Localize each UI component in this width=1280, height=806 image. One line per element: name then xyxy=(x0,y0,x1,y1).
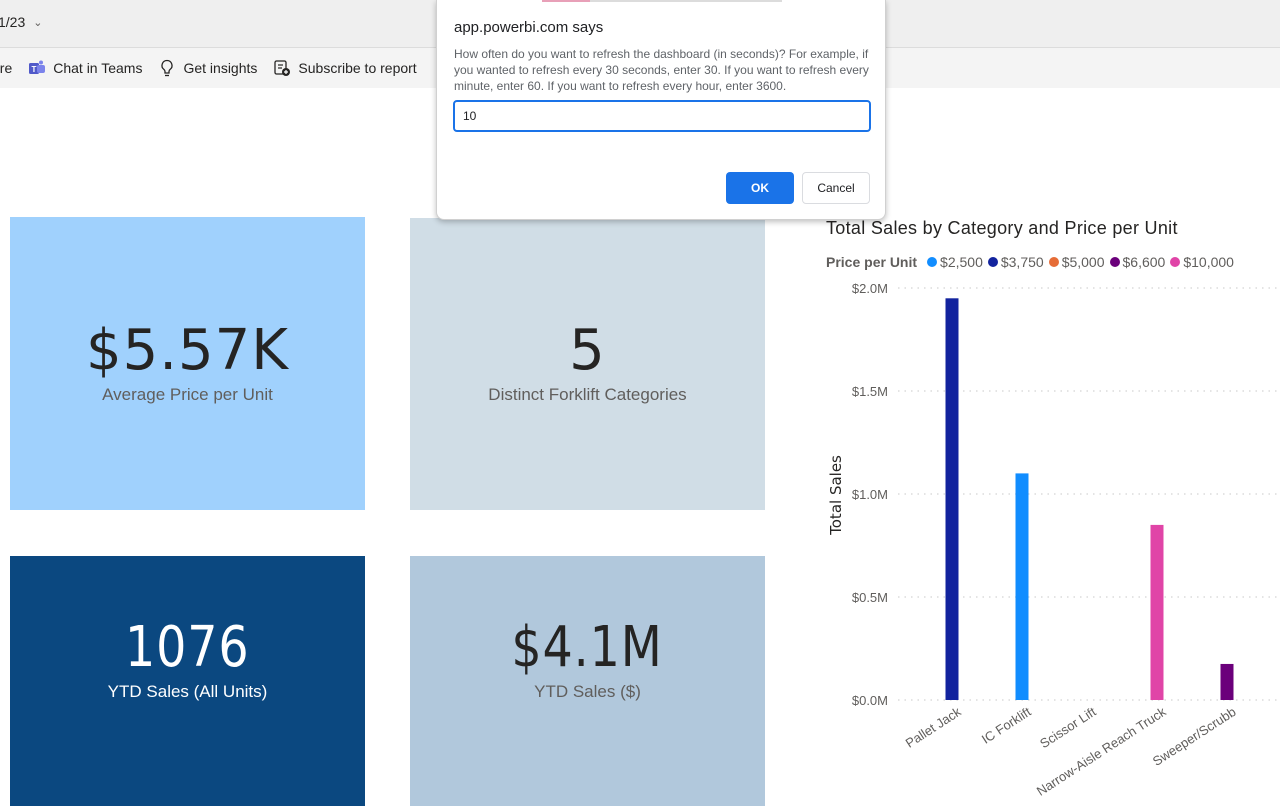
cancel-button[interactable]: Cancel xyxy=(802,172,870,204)
legend-item[interactable]: $2,500 xyxy=(927,254,983,270)
share-label: are xyxy=(0,60,13,76)
y-tick-label: $1.0M xyxy=(852,487,888,502)
chat-in-teams-button[interactable]: T Chat in Teams xyxy=(28,59,142,77)
legend-dot-icon xyxy=(1109,257,1120,267)
lightbulb-icon xyxy=(158,59,176,77)
kpi-value: 1076 xyxy=(125,615,250,680)
kpi-label: Average Price per Unit xyxy=(102,384,273,404)
dialog-message: How often do you want to refresh the das… xyxy=(454,47,869,93)
x-tick-label: Narrow-Aisle Reach Truck xyxy=(1034,704,1169,799)
kpi-value: 5 xyxy=(569,318,606,383)
y-tick-label: $0.5M xyxy=(852,590,888,605)
legend-label: $2,500 xyxy=(940,254,983,270)
kpi-card-ytd-dollars[interactable]: $4.1M YTD Sales ($) xyxy=(410,556,765,806)
bar[interactable] xyxy=(1015,473,1029,700)
subscribe-icon xyxy=(273,59,291,77)
legend-label: $6,600 xyxy=(1122,254,1166,270)
chart-legend: Price per Unit $2,500 $3,750 $5,000 $6,600 $… xyxy=(826,254,1239,270)
y-axis-title: Total Sales xyxy=(827,455,845,536)
kpi-value: $4.1M xyxy=(511,615,664,680)
legend-dot-icon xyxy=(1048,257,1059,267)
legend-dot-icon xyxy=(927,257,938,267)
refresh-interval-input[interactable] xyxy=(453,100,871,132)
dialog-tab-edge xyxy=(542,0,590,2)
svg-text:T: T xyxy=(32,65,37,74)
kpi-label: Distinct Forklift Categories xyxy=(488,385,687,404)
kpi-card-ytd-units[interactable]: 1076 YTD Sales (All Units) xyxy=(10,556,365,806)
subscribe-button[interactable]: Subscribe to report xyxy=(273,59,417,77)
kpi-label: YTD Sales (All Units) xyxy=(107,682,268,701)
dialog-tab-edge xyxy=(590,0,782,2)
legend-label: $10,000 xyxy=(1183,254,1234,270)
get-insights-label: Get insights xyxy=(183,60,258,76)
legend-dot-icon xyxy=(987,257,998,267)
kpi-value: $5.57K xyxy=(85,317,290,383)
chat-in-teams-label: Chat in Teams xyxy=(53,60,143,76)
bar[interactable] xyxy=(1220,663,1234,700)
bar[interactable] xyxy=(945,298,959,700)
y-tick-label: $2.0M xyxy=(852,281,888,296)
legend-dot-icon xyxy=(1170,257,1181,267)
dialog-title: app.powerbi.com says xyxy=(454,19,604,36)
legend-item[interactable]: $6,600 xyxy=(1109,254,1166,270)
kpi-card-distinct-categories[interactable]: 5 Distinct Forklift Categories xyxy=(410,218,765,510)
teams-icon: T xyxy=(28,59,46,77)
legend-item[interactable]: $3,750 xyxy=(987,254,1044,270)
share-button[interactable]: are xyxy=(0,60,12,76)
legend-title: Price per Unit xyxy=(826,254,918,270)
bar[interactable] xyxy=(1150,524,1164,700)
legend-item[interactable]: $5,000 xyxy=(1048,254,1105,270)
y-tick-label: $0.0M xyxy=(852,693,888,708)
breadcrumb[interactable]: 1/23 ⌄ xyxy=(0,14,42,30)
get-insights-button[interactable]: Get insights xyxy=(158,59,257,77)
breadcrumb-text: 1/23 xyxy=(0,14,26,30)
x-tick-label: IC Forklift xyxy=(979,704,1034,747)
kpi-label: YTD Sales ($) xyxy=(534,682,641,701)
legend-label: $3,750 xyxy=(1000,254,1044,270)
kpi-card-average-price[interactable]: $5.57K Average Price per Unit xyxy=(10,217,365,510)
x-tick-label: Pallet Jack xyxy=(903,704,964,751)
refresh-prompt-dialog: app.powerbi.com says How often do you wa… xyxy=(436,0,886,220)
legend-label: $5,000 xyxy=(1061,254,1105,270)
chart-title: Total Sales by Category and Price per Un… xyxy=(826,218,1178,238)
chevron-down-icon[interactable]: ⌄ xyxy=(33,16,42,29)
y-tick-label: $1.5M xyxy=(852,384,888,399)
ok-button[interactable]: OK xyxy=(726,172,794,204)
subscribe-label: Subscribe to report xyxy=(298,60,417,76)
bar-chart[interactable]: $0.0M $0.5M $1.0M $1.5M $2.0M Total Sales Pall… xyxy=(820,270,1280,800)
legend-item[interactable]: $10,000 xyxy=(1170,254,1234,270)
x-tick-label: Scissor Lift xyxy=(1037,704,1099,751)
